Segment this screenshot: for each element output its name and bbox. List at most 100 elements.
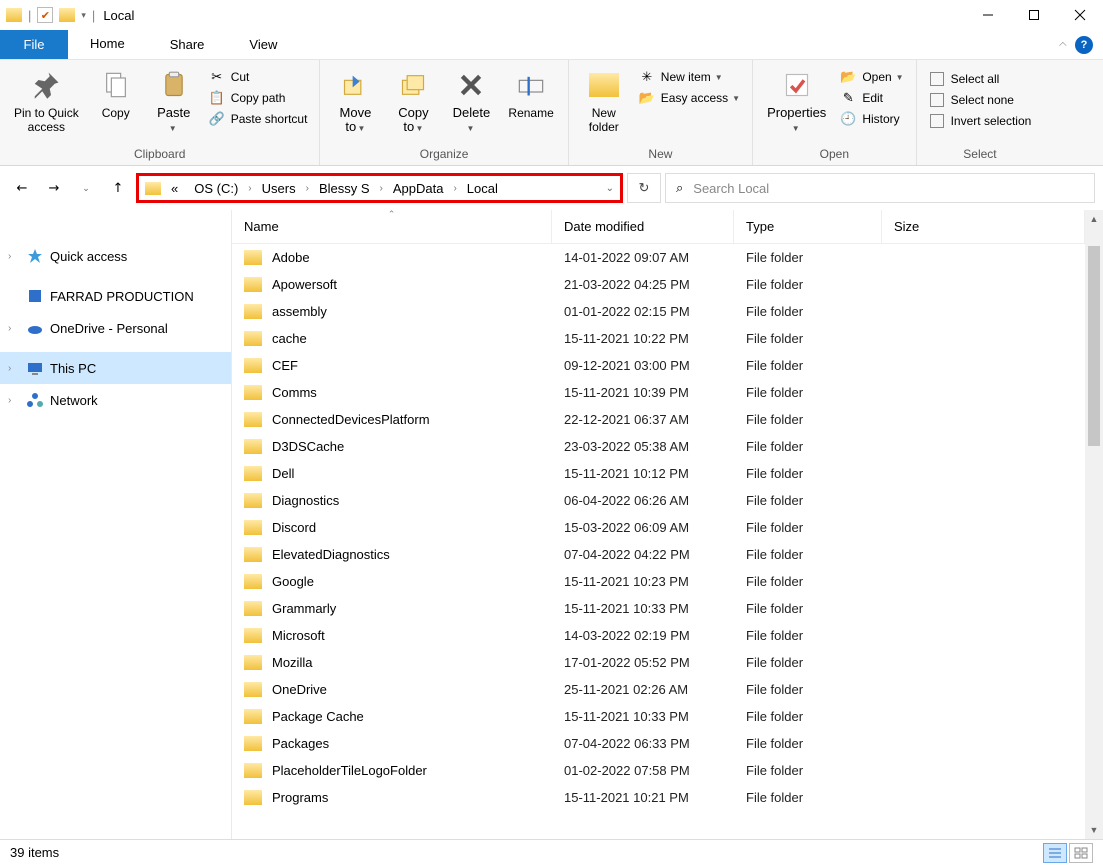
tree-item[interactable]: › Quick access bbox=[0, 240, 231, 272]
file-row[interactable]: Adobe 14-01-2022 09:07 AM File folder bbox=[232, 244, 1085, 271]
file-row[interactable]: Diagnostics 06-04-2022 06:26 AM File fol… bbox=[232, 487, 1085, 514]
details-view-button[interactable] bbox=[1043, 843, 1067, 863]
search-box[interactable]: ⌕ Search Local bbox=[665, 173, 1095, 203]
select-none-button[interactable]: Select none bbox=[923, 91, 1038, 109]
building-icon bbox=[26, 288, 44, 304]
file-row[interactable]: OneDrive 25-11-2021 02:26 AM File folder bbox=[232, 676, 1085, 703]
qat-checkbox-icon[interactable]: ✔ bbox=[37, 7, 53, 23]
expand-icon[interactable]: › bbox=[8, 323, 20, 334]
cut-button[interactable]: ✂Cut bbox=[203, 68, 314, 86]
file-row[interactable]: Comms 15-11-2021 10:39 PM File folder bbox=[232, 379, 1085, 406]
help-icon[interactable]: ? bbox=[1075, 36, 1093, 54]
scissors-icon: ✂ bbox=[209, 69, 225, 85]
breadcrumb-item[interactable]: Local bbox=[461, 179, 504, 198]
expand-icon[interactable]: › bbox=[8, 395, 20, 406]
vertical-scrollbar[interactable]: ▲ ▼ bbox=[1085, 210, 1103, 839]
minimize-button[interactable] bbox=[965, 0, 1011, 30]
folder-icon bbox=[244, 763, 262, 778]
breadcrumb-item[interactable]: Blessy S bbox=[313, 179, 376, 198]
copy-to-button[interactable]: Copy to ▼ bbox=[384, 64, 442, 140]
pin-quick-access-button[interactable]: Pin to Quick access bbox=[6, 64, 87, 138]
file-date: 25-11-2021 02:26 AM bbox=[552, 682, 734, 697]
file-row[interactable]: Apowersoft 21-03-2022 04:25 PM File fold… bbox=[232, 271, 1085, 298]
file-row[interactable]: Packages 07-04-2022 06:33 PM File folder bbox=[232, 730, 1085, 757]
open-button[interactable]: 📂Open ▼ bbox=[834, 68, 909, 86]
delete-button[interactable]: Delete▼ bbox=[442, 64, 500, 140]
folder-icon bbox=[244, 439, 262, 454]
column-size[interactable]: Size bbox=[882, 210, 1085, 243]
paste-shortcut-button[interactable]: 🔗Paste shortcut bbox=[203, 110, 314, 128]
file-row[interactable]: Dell 15-11-2021 10:12 PM File folder bbox=[232, 460, 1085, 487]
share-tab[interactable]: Share bbox=[148, 30, 228, 59]
invert-selection-button[interactable]: Invert selection bbox=[923, 112, 1038, 130]
file-name: Microsoft bbox=[272, 628, 325, 643]
file-row[interactable]: D3DSCache 23-03-2022 05:38 AM File folde… bbox=[232, 433, 1085, 460]
tree-item[interactable]: › Network bbox=[0, 384, 231, 416]
tree-item[interactable]: › This PC bbox=[0, 352, 231, 384]
file-row[interactable]: Programs 15-11-2021 10:21 PM File folder bbox=[232, 784, 1085, 811]
file-name: CEF bbox=[272, 358, 298, 373]
expand-icon[interactable]: › bbox=[8, 363, 20, 374]
file-row[interactable]: cache 15-11-2021 10:22 PM File folder bbox=[232, 325, 1085, 352]
tree-item[interactable]: › OneDrive - Personal bbox=[0, 312, 231, 344]
new-item-button[interactable]: ✳New item ▼ bbox=[633, 68, 746, 86]
home-tab[interactable]: Home bbox=[68, 30, 148, 59]
move-to-button[interactable]: Move to ▼ bbox=[326, 64, 384, 140]
file-date: 15-11-2021 10:12 PM bbox=[552, 466, 734, 481]
easy-access-button[interactable]: 📂Easy access ▼ bbox=[633, 89, 746, 107]
new-folder-button[interactable]: New folder bbox=[575, 64, 633, 138]
file-row[interactable]: ConnectedDevicesPlatform 22-12-2021 06:3… bbox=[232, 406, 1085, 433]
new-item-icon: ✳ bbox=[639, 69, 655, 85]
forward-button[interactable]: → bbox=[40, 174, 68, 202]
file-date: 14-03-2022 02:19 PM bbox=[552, 628, 734, 643]
tree-item[interactable]: FARRAD PRODUCTION bbox=[0, 280, 231, 312]
copy-path-button[interactable]: 📋Copy path bbox=[203, 89, 314, 107]
rename-button[interactable]: Rename bbox=[500, 64, 561, 124]
file-row[interactable]: Package Cache 15-11-2021 10:33 PM File f… bbox=[232, 703, 1085, 730]
breadcrumb-item[interactable]: Users bbox=[256, 179, 302, 198]
file-row[interactable]: Google 15-11-2021 10:23 PM File folder bbox=[232, 568, 1085, 595]
column-name[interactable]: ⌃Name bbox=[232, 210, 552, 243]
breadcrumb-item[interactable]: OS (C:) bbox=[188, 179, 244, 198]
refresh-button[interactable]: ↻ bbox=[627, 173, 661, 203]
address-dropdown-icon[interactable]: ⌄ bbox=[606, 183, 614, 194]
scroll-down-icon[interactable]: ▼ bbox=[1085, 821, 1103, 839]
file-row[interactable]: Grammarly 15-11-2021 10:33 PM File folde… bbox=[232, 595, 1085, 622]
properties-button[interactable]: Properties▼ bbox=[759, 64, 834, 140]
file-row[interactable]: Microsoft 14-03-2022 02:19 PM File folde… bbox=[232, 622, 1085, 649]
maximize-button[interactable] bbox=[1011, 0, 1057, 30]
expand-icon[interactable]: › bbox=[8, 251, 20, 262]
edit-button[interactable]: ✎Edit bbox=[834, 89, 909, 107]
up-button[interactable]: ↑ bbox=[104, 174, 132, 202]
thumbnails-view-button[interactable] bbox=[1069, 843, 1093, 863]
collapse-ribbon-icon[interactable]: ⌵ bbox=[1059, 39, 1067, 50]
file-tab[interactable]: File bbox=[0, 30, 68, 59]
file-row[interactable]: CEF 09-12-2021 03:00 PM File folder bbox=[232, 352, 1085, 379]
select-all-button[interactable]: Select all bbox=[923, 70, 1038, 88]
file-row[interactable]: ElevatedDiagnostics 07-04-2022 04:22 PM … bbox=[232, 541, 1085, 568]
paste-button[interactable]: Paste▼ bbox=[145, 64, 203, 140]
file-row[interactable]: Discord 15-03-2022 06:09 AM File folder bbox=[232, 514, 1085, 541]
path-icon: 📋 bbox=[209, 90, 225, 106]
qat-dropdown-icon[interactable]: ▾ bbox=[81, 10, 86, 21]
file-row[interactable]: assembly 01-01-2022 02:15 PM File folder bbox=[232, 298, 1085, 325]
column-headers: ⌃Name Date modified Type Size bbox=[232, 210, 1085, 244]
folder-icon bbox=[244, 331, 262, 346]
breadcrumb-prefix[interactable]: « bbox=[165, 179, 184, 198]
history-button[interactable]: 🕘History bbox=[834, 110, 909, 128]
scroll-thumb[interactable] bbox=[1088, 246, 1100, 446]
breadcrumb-item[interactable]: AppData bbox=[387, 179, 450, 198]
search-placeholder: Search Local bbox=[693, 181, 769, 196]
view-tab[interactable]: View bbox=[227, 30, 300, 59]
scroll-up-icon[interactable]: ▲ bbox=[1085, 210, 1103, 228]
close-button[interactable] bbox=[1057, 0, 1103, 30]
address-bar[interactable]: « OS (C:)›Users›Blessy S›AppData›Local ⌄ bbox=[136, 173, 623, 203]
copy-button[interactable]: Copy bbox=[87, 64, 145, 124]
file-row[interactable]: Mozilla 17-01-2022 05:52 PM File folder bbox=[232, 649, 1085, 676]
column-date[interactable]: Date modified bbox=[552, 210, 734, 243]
file-row[interactable]: PlaceholderTileLogoFolder 01-02-2022 07:… bbox=[232, 757, 1085, 784]
recent-locations-button[interactable]: ⌄ bbox=[72, 174, 100, 202]
ribbon-group-open: Properties▼ 📂Open ▼ ✎Edit 🕘History Open bbox=[753, 60, 917, 165]
column-type[interactable]: Type bbox=[734, 210, 882, 243]
back-button[interactable]: ← bbox=[8, 174, 36, 202]
